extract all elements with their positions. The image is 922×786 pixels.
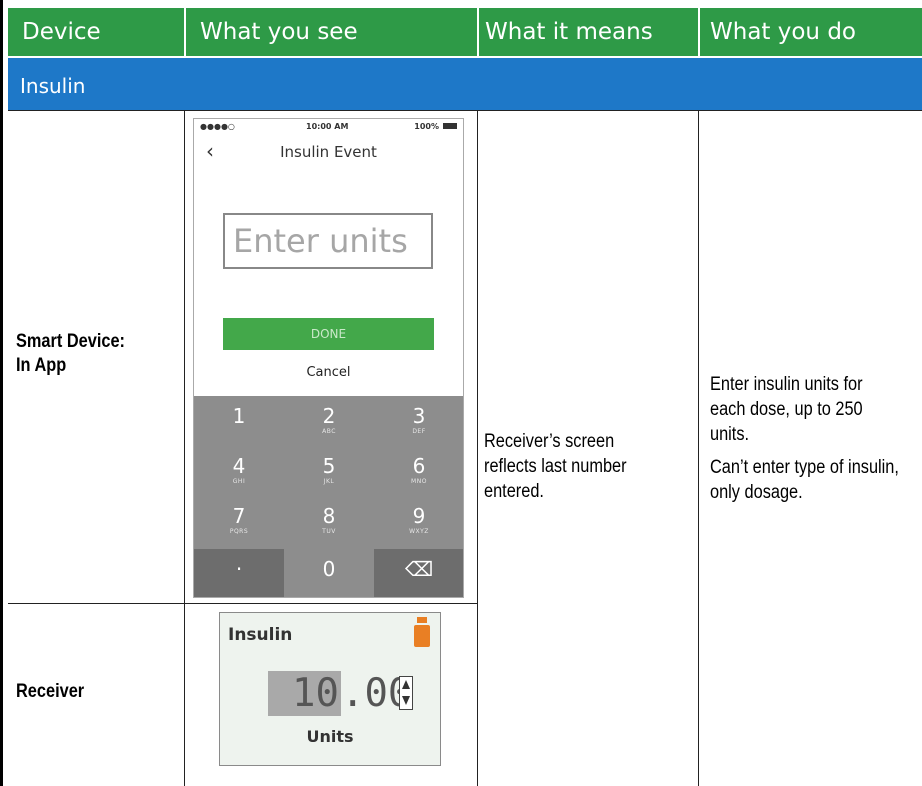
smart-device-screenshot: ●●●●○ 10:00 AM 100% ‹ Insulin Event Ente… [193, 118, 464, 598]
key-1[interactable]: 1 [194, 396, 284, 446]
device-label-line1: Smart Device: [16, 331, 125, 352]
units-input[interactable]: Enter units [223, 213, 433, 269]
nav-bar: ‹ Insulin Event [194, 135, 463, 169]
down-arrow-icon [402, 696, 410, 705]
key-9[interactable]: 9 WXYZ [374, 496, 463, 546]
key-2[interactable]: 2 ABC [284, 396, 374, 446]
insulin-table: Device What you see What it means What y… [0, 0, 922, 786]
done-button[interactable]: DONE [223, 318, 434, 350]
up-down-arrows-icon[interactable] [399, 676, 413, 710]
key-3[interactable]: 3 DEF [374, 396, 463, 446]
selected-digits: 10 [268, 671, 341, 716]
insulin-vial-icon [414, 617, 430, 647]
receiver-screen: Insulin 10.00 Units [219, 612, 441, 766]
key-7[interactable]: 7 PQRS [194, 496, 284, 546]
column-divider [184, 110, 185, 786]
key-8[interactable]: 8 TUV [284, 496, 374, 546]
vial-body [414, 625, 430, 647]
status-time: 10:00 AM [306, 122, 349, 131]
column-divider [477, 110, 478, 786]
battery-percent: 100% [414, 122, 439, 131]
signal-icon: ●●●●○ [200, 122, 235, 131]
insulin-value: 10.00 [268, 671, 411, 716]
key-5[interactable]: 5 JKL [284, 446, 374, 496]
device-receiver: Receiver [16, 681, 85, 702]
what-you-do-text: Enter insulin units for each dose, up to… [710, 372, 899, 513]
left-border [0, 0, 3, 786]
what-it-means-text: Receiver’s screen reflects last number e… [484, 431, 627, 502]
top-margin [0, 0, 922, 8]
key-4[interactable]: 4 GHI [194, 446, 284, 496]
units-label: Units [306, 727, 354, 746]
header-what-it-means: What it means [479, 8, 698, 56]
row-divider [8, 603, 477, 604]
row-divider [8, 110, 922, 111]
header-device: Device [8, 8, 184, 56]
device-smart-device: Smart Device: In App [16, 330, 125, 378]
battery-icon [443, 123, 457, 129]
vial-cap [417, 617, 427, 623]
receiver-title: Insulin [228, 625, 293, 645]
backspace-icon[interactable]: ⌫ [374, 549, 463, 597]
what-you-do-p1: Enter insulin units for each dose, up to… [710, 374, 863, 445]
key-6[interactable]: 6 MNO [374, 446, 463, 496]
numeric-keypad: 1 2 ABC 3 DEF 4 GHI 5 JKL 6 MNO 7 PQRS 8 TUV 9W… [194, 396, 463, 597]
column-divider [698, 110, 699, 786]
header-what-you-see: What you see [186, 8, 477, 56]
what-you-do-p2: Can’t enter type of insulin, only dosage… [710, 457, 899, 503]
header-what-you-do: What you do [700, 8, 922, 56]
up-arrow-icon [402, 680, 410, 689]
key-0[interactable]: 0 [284, 549, 374, 597]
key-decimal[interactable]: · [194, 549, 284, 597]
status-bar: ●●●●○ 10:00 AM 100% [194, 119, 463, 135]
section-insulin: Insulin [8, 58, 922, 110]
screen-title: Insulin Event [280, 143, 377, 161]
device-label-line2: In App [16, 355, 67, 376]
cancel-button[interactable]: Cancel [194, 365, 463, 380]
